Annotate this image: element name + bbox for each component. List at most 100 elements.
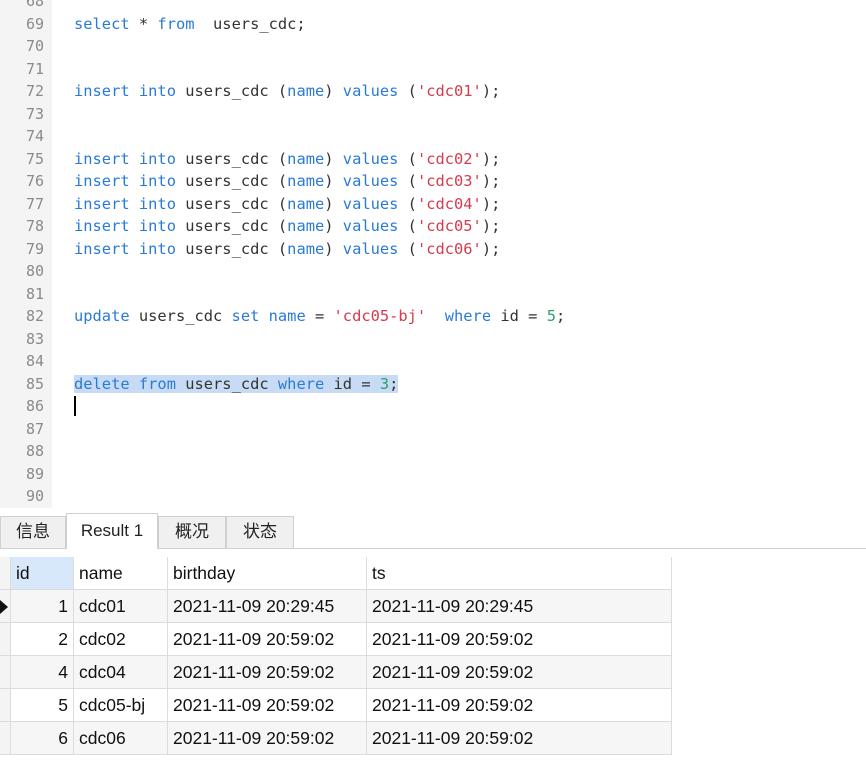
cell-id[interactable]: 6	[11, 722, 74, 755]
code-text: insert into users_cdc (name) values ('cd…	[74, 170, 500, 193]
cell-birthday[interactable]: 2021-11-09 20:59:02	[168, 689, 367, 722]
line-number: 83	[25, 329, 44, 348]
cell-birthday[interactable]: 2021-11-09 20:29:45	[168, 590, 367, 623]
tab-info[interactable]: 信息	[0, 516, 66, 548]
sql-keyword: from	[157, 14, 195, 33]
cell-name[interactable]: cdc02	[74, 623, 168, 656]
code-line[interactable]: 86	[0, 395, 866, 418]
code-text: select * from users_cdc;	[74, 13, 306, 36]
table-row[interactable]: 5 cdc05-bj 2021-11-09 20:59:02 2021-11-09 2…	[0, 689, 672, 722]
cell-name[interactable]: cdc06	[74, 722, 168, 755]
table-row[interactable]: 6 cdc06 2021-11-09 20:59:02 2021-11-09 20:5…	[0, 722, 672, 755]
table-row[interactable]: 4 cdc04 2021-11-09 20:59:02 2021-11-09 20:5…	[0, 656, 672, 689]
row-indicator[interactable]	[0, 689, 11, 722]
cell-id[interactable]: 2	[11, 623, 74, 656]
sql-keyword: into	[138, 172, 176, 190]
cell-id[interactable]: 5	[11, 689, 74, 722]
column-header-birthday[interactable]: birthday	[168, 557, 367, 590]
cell-name[interactable]: cdc04	[74, 656, 168, 689]
row-indicator[interactable]	[0, 623, 11, 656]
sql-text: )	[324, 239, 343, 258]
line-number: 86	[25, 397, 44, 415]
code-text: insert into users_cdc (name) values ('cd…	[74, 238, 500, 261]
tab-status[interactable]: 状态	[226, 516, 294, 548]
tab-result-1[interactable]: Result 1	[66, 513, 158, 549]
cell-id[interactable]: 4	[11, 656, 74, 689]
line-number: 74	[25, 127, 44, 145]
code-line[interactable]: 87	[0, 418, 866, 441]
header-row-indicator	[0, 557, 11, 590]
cell-birthday[interactable]: 2021-11-09 20:59:02	[168, 656, 367, 689]
sql-text: );	[481, 82, 501, 100]
cell-id[interactable]: 1	[11, 590, 74, 623]
code-line[interactable]: 76 insert into users_cdc (name) values ('…	[0, 170, 866, 193]
cell-name[interactable]: cdc05-bj	[74, 689, 168, 722]
code-line[interactable]: 80	[0, 260, 866, 283]
line-number: 89	[25, 464, 44, 483]
line-number: 85	[25, 374, 44, 393]
sql-keyword: values	[342, 149, 399, 168]
cell-birthday[interactable]: 2021-11-09 20:59:02	[168, 623, 367, 656]
cell-ts[interactable]: 2021-11-09 20:29:45	[367, 590, 672, 623]
tab-profile[interactable]: 概况	[158, 516, 226, 548]
code-line[interactable]: 84	[0, 350, 866, 373]
line-number: 73	[25, 104, 44, 123]
sql-text: users_cdc (	[175, 194, 288, 213]
sql-text: users_cdc (	[175, 149, 288, 168]
sql-keyword: insert	[74, 149, 130, 168]
table-row[interactable]: 1 cdc01 2021-11-09 20:29:45 2021-11-09 20:2…	[0, 590, 672, 623]
code-line[interactable]: 77 insert into users_cdc (name) values ('…	[0, 193, 866, 216]
row-indicator[interactable]	[0, 590, 11, 623]
code-line[interactable]: 68	[0, 0, 866, 13]
code-line[interactable]: 82 update users_cdc set name = 'cdc05-bj'…	[0, 305, 866, 328]
code-line[interactable]: 85 delete from users_cdc where id = 3;	[0, 373, 866, 396]
code-line[interactable]: 83	[0, 328, 866, 351]
code-line[interactable]: 72 insert into users_cdc (name) values ('…	[0, 80, 866, 103]
table-row[interactable]: 2 cdc02 2021-11-09 20:59:02 2021-11-09 20:5…	[0, 623, 672, 656]
sql-string: 'cdc01'	[416, 82, 482, 100]
code-line[interactable]: 81	[0, 283, 866, 306]
sql-text: )	[324, 172, 343, 190]
cell-ts[interactable]: 2021-11-09 20:59:02	[367, 722, 672, 755]
sql-editor[interactable]: 68 69 select * from users_cdc; 70 71 72 insert…	[0, 0, 866, 508]
code-line[interactable]: 74	[0, 125, 866, 148]
sql-text: *	[129, 14, 158, 33]
code-line[interactable]: 78 insert into users_cdc (name) values ('…	[0, 215, 866, 238]
column-header-ts[interactable]: ts	[367, 557, 672, 590]
code-line[interactable]: 90	[0, 485, 866, 508]
line-number: 84	[25, 352, 44, 370]
sql-keyword: name	[287, 82, 325, 100]
code-line[interactable]: 71	[0, 58, 866, 81]
column-header-id[interactable]: id	[11, 557, 74, 590]
sql-text: users_cdc (	[175, 82, 288, 100]
result-grid[interactable]: id name birthday ts 1 cdc01 2021-11-09 20:…	[0, 549, 866, 775]
row-indicator[interactable]	[0, 656, 11, 689]
code-line[interactable]: 79 insert into users_cdc (name) values ('…	[0, 238, 866, 261]
sql-keyword: into	[138, 239, 176, 258]
cell-birthday[interactable]: 2021-11-09 20:59:02	[168, 722, 367, 755]
sql-keyword: update	[74, 307, 130, 325]
cell-ts[interactable]: 2021-11-09 20:59:02	[367, 689, 672, 722]
code-line[interactable]: 88	[0, 440, 866, 463]
sql-number: 3	[379, 374, 390, 393]
sql-text: );	[481, 149, 501, 168]
sql-keyword: name	[287, 194, 325, 213]
cell-ts[interactable]: 2021-11-09 20:59:02	[367, 623, 672, 656]
sql-text: (	[398, 217, 417, 235]
code-line[interactable]: 73	[0, 103, 866, 126]
text-caret	[74, 396, 76, 416]
code-line[interactable]: 70	[0, 35, 866, 58]
sql-text: (	[398, 82, 417, 100]
code-line[interactable]: 89	[0, 463, 866, 486]
code-line[interactable]: 75 insert into users_cdc (name) values ('…	[0, 148, 866, 171]
code-line[interactable]: 69 select * from users_cdc;	[0, 13, 866, 36]
row-indicator[interactable]	[0, 722, 11, 755]
column-header-name[interactable]: name	[74, 557, 168, 590]
sql-string: 'cdc06'	[416, 239, 482, 258]
cell-ts[interactable]: 2021-11-09 20:59:02	[367, 656, 672, 689]
cell-name[interactable]: cdc01	[74, 590, 168, 623]
code-text: update users_cdc set name = 'cdc05-bj' w…	[74, 305, 565, 328]
line-number: 77	[25, 194, 44, 213]
sql-keyword: into	[138, 82, 176, 100]
